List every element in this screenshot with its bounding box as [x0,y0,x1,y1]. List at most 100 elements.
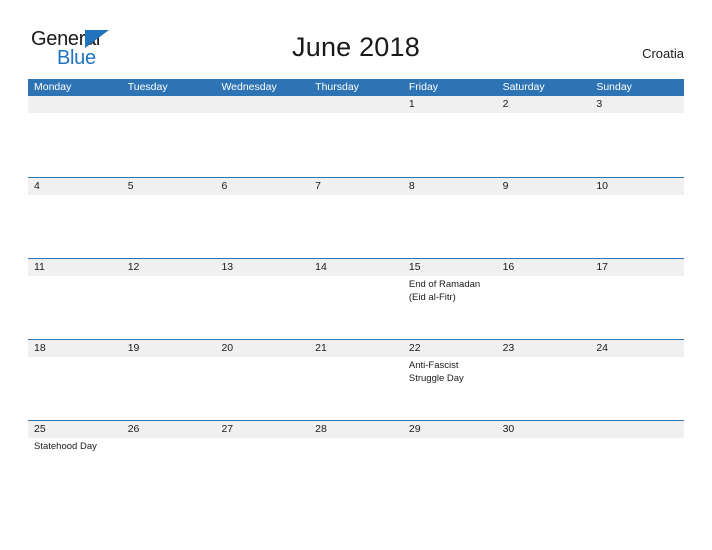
day-number[interactable]: 2 [497,96,591,113]
day-cell-empty [215,357,309,420]
day-cell-empty [215,113,309,176]
day-number[interactable]: 14 [309,259,403,276]
day-number[interactable]: 26 [122,421,216,438]
day-cell-empty [497,195,591,258]
day-cell-empty [497,276,591,339]
day-number[interactable]: 30 [497,421,591,438]
day-number[interactable]: 22 [403,340,497,357]
page-header: General Blue June 2018 Croatia [0,0,712,78]
day-number-empty [215,96,309,113]
day-number[interactable]: 13 [215,259,309,276]
weekday-monday: Monday [34,81,72,93]
day-event-text[interactable]: Statehood Day [28,438,122,501]
weekday-wednesday: Wednesday [221,81,277,93]
day-number-empty [309,96,403,113]
day-number-empty [590,421,684,438]
day-number[interactable]: 15 [403,259,497,276]
day-cell-empty [497,113,591,176]
event-line: End of Ramadan [408,279,481,290]
day-cell-empty [497,438,591,501]
day-number-band: 4 5 6 7 8 9 10 [28,178,684,195]
day-cell-empty [590,438,684,501]
day-number[interactable]: 4 [28,178,122,195]
day-number[interactable]: 20 [215,340,309,357]
country-label: Croatia [642,46,684,61]
day-cell-empty [122,438,216,501]
day-number[interactable]: 25 [28,421,122,438]
day-number-band: 123 [28,96,684,113]
calendar-grid: Monday Tuesday Wednesday Thursday Friday… [28,79,684,501]
day-cell-empty [215,276,309,339]
day-event-band [28,195,684,258]
day-number-band: 18 19 20 21 22 23 24 [28,340,684,357]
day-cell-empty [28,357,122,420]
day-cell-empty [122,357,216,420]
day-cell-empty [403,438,497,501]
day-event-text[interactable]: Anti-Fascist Struggle Day [403,357,497,420]
day-number-empty [122,96,216,113]
day-event-text[interactable]: End of Ramadan (Eid al-Fitr) [403,276,497,339]
day-number[interactable]: 10 [590,178,684,195]
calendar-week-row: 123 [28,96,684,177]
day-cell-empty [309,195,403,258]
day-cell-empty [590,195,684,258]
day-number[interactable]: 1 [403,96,497,113]
event-line: Struggle Day [408,372,464,384]
day-cell-empty [122,195,216,258]
day-number-band: 11 12 13 14 15 16 17 [28,259,684,276]
calendar-page: General Blue June 2018 Croatia Monday Tu… [0,0,712,550]
day-number[interactable]: 27 [215,421,309,438]
day-cell-empty [403,113,497,176]
weekday-saturday: Saturday [502,81,545,93]
day-number[interactable]: 28 [309,421,403,438]
calendar-weeks: 1 2 3 4 5 6 7 8 9 10 11 12 13 14 15 16 17 End of Ramadan(… [28,96,684,501]
day-number[interactable]: 24 [590,340,684,357]
weekday-sunday: Sunday [596,81,632,93]
weekday-thursday: Thursday [315,81,359,93]
day-cell-empty [309,276,403,339]
day-cell-empty [309,113,403,176]
day-number[interactable]: 7 [309,178,403,195]
day-number-empty [28,96,122,113]
day-cell-empty [122,113,216,176]
day-cell-empty [215,195,309,258]
day-event-band: End of Ramadan (Eid al-Fitr) [28,276,684,339]
day-number[interactable]: 6 [215,178,309,195]
day-cell-empty [28,276,122,339]
day-cell-empty [28,195,122,258]
day-cell-empty [497,357,591,420]
event-line: Anti-Fascist [408,360,459,371]
day-number[interactable]: 11 [28,259,122,276]
day-event-band [28,113,684,176]
day-event-band: Anti-Fascist Struggle Day [28,357,684,420]
day-number[interactable]: 16 [497,259,591,276]
day-number[interactable]: 21 [309,340,403,357]
day-event-band: Statehood Day [28,438,684,501]
day-cell-empty [403,195,497,258]
day-number[interactable]: 19 [122,340,216,357]
calendar-week-row: 18 19 20 21 22 23 24 Anti-Fascist Struggle Day [28,339,684,420]
weekday-tuesday: Tuesday [127,81,168,93]
day-cell-empty [309,357,403,420]
day-number[interactable]: 18 [28,340,122,357]
day-cell-empty [28,113,122,176]
weekday-header-row: Monday Tuesday Wednesday Thursday Friday… [28,79,684,96]
day-cell-empty [309,438,403,501]
day-number-band: 25 26 27 28 29 30 [28,421,684,438]
day-number[interactable]: 12 [122,259,216,276]
day-number[interactable]: 17 [590,259,684,276]
weekday-friday: Friday [408,81,439,93]
day-number[interactable]: 3 [590,96,684,113]
page-title: June 2018 [292,32,420,62]
day-cell-empty [590,276,684,339]
day-number[interactable]: 29 [403,421,497,438]
day-number[interactable]: 5 [122,178,216,195]
event-line: Statehood Day [34,441,97,452]
event-line: (Eid al-Fitr) [408,291,456,303]
calendar-week-row: 4 5 6 7 8 9 10 [28,177,684,258]
day-number[interactable]: 23 [497,340,591,357]
calendar-week-row: 11 12 13 14 15 16 17 End of Ramadan (Eid al-Fitr… [28,258,684,339]
day-number[interactable]: 9 [497,178,591,195]
day-cell-empty [122,276,216,339]
day-number[interactable]: 8 [403,178,497,195]
